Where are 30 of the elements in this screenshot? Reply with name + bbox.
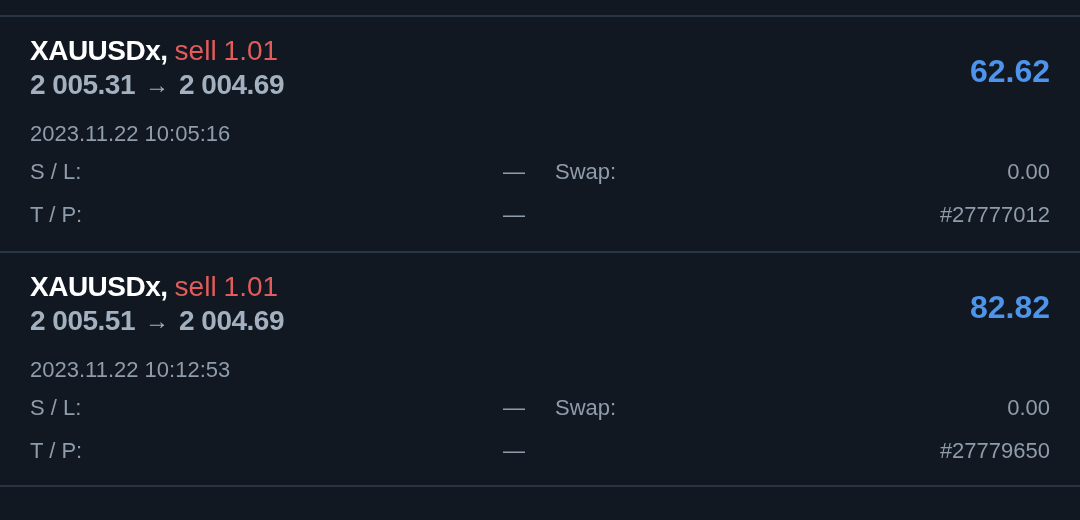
stop-loss-label: S / L:	[30, 158, 82, 186]
profit-value: 62.62	[969, 52, 1050, 91]
open-time: 2023.11.22 10:12:53	[30, 357, 231, 382]
arrow-icon: →	[145, 303, 169, 339]
ticket-number: #27777012	[939, 201, 1050, 229]
take-profit-value: —	[503, 437, 525, 465]
swap-label: Swap:	[555, 394, 617, 422]
stop-loss-value: —	[503, 158, 525, 186]
order-volume: 1.01	[223, 35, 279, 67]
take-profit-label: T / P:	[30, 437, 83, 465]
order-volume: 1.01	[223, 271, 279, 303]
order-type: sell	[174, 35, 217, 67]
take-profit-value: —	[503, 201, 525, 229]
open-price: 2 005.31	[30, 68, 135, 102]
swap-label: Swap:	[555, 158, 617, 186]
symbol-name: XAUUSDx,	[30, 35, 168, 67]
order-type: sell	[174, 271, 217, 303]
symbol-name: XAUUSDx,	[30, 271, 168, 303]
swap-value: 0.00	[1007, 158, 1050, 186]
open-price: 2 005.51	[30, 304, 135, 338]
swap-value: 0.00	[1007, 394, 1050, 422]
take-profit-label: T / P:	[30, 201, 83, 229]
close-price: 2 004.69	[179, 68, 284, 102]
close-price: 2 004.69	[179, 304, 284, 338]
profit-value: 82.82	[969, 288, 1050, 327]
open-time: 2023.11.22 10:05:16	[30, 121, 231, 146]
stop-loss-label: S / L:	[30, 394, 82, 422]
arrow-icon: →	[145, 67, 169, 103]
stop-loss-value: —	[503, 394, 525, 422]
ticket-number: #27779650	[939, 437, 1050, 465]
